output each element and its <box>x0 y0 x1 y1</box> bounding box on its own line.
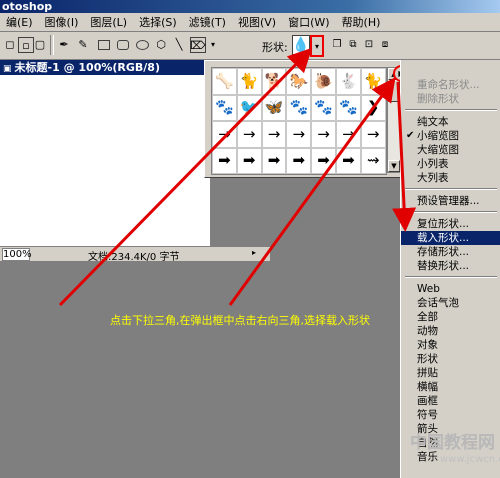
arrow-to-dropdown <box>58 47 313 307</box>
arrow-to-menu-button <box>228 77 396 306</box>
watermark-url: www.jcwcn.com <box>440 454 500 465</box>
watermark-logo: 中国教程网 <box>410 433 495 453</box>
instruction-caption: 点击下拉三角,在弹出框中点击右向三角,选择载入形状 <box>110 314 370 327</box>
annotation-arrows <box>58 47 417 307</box>
arrow-to-load-shapes <box>392 81 417 232</box>
